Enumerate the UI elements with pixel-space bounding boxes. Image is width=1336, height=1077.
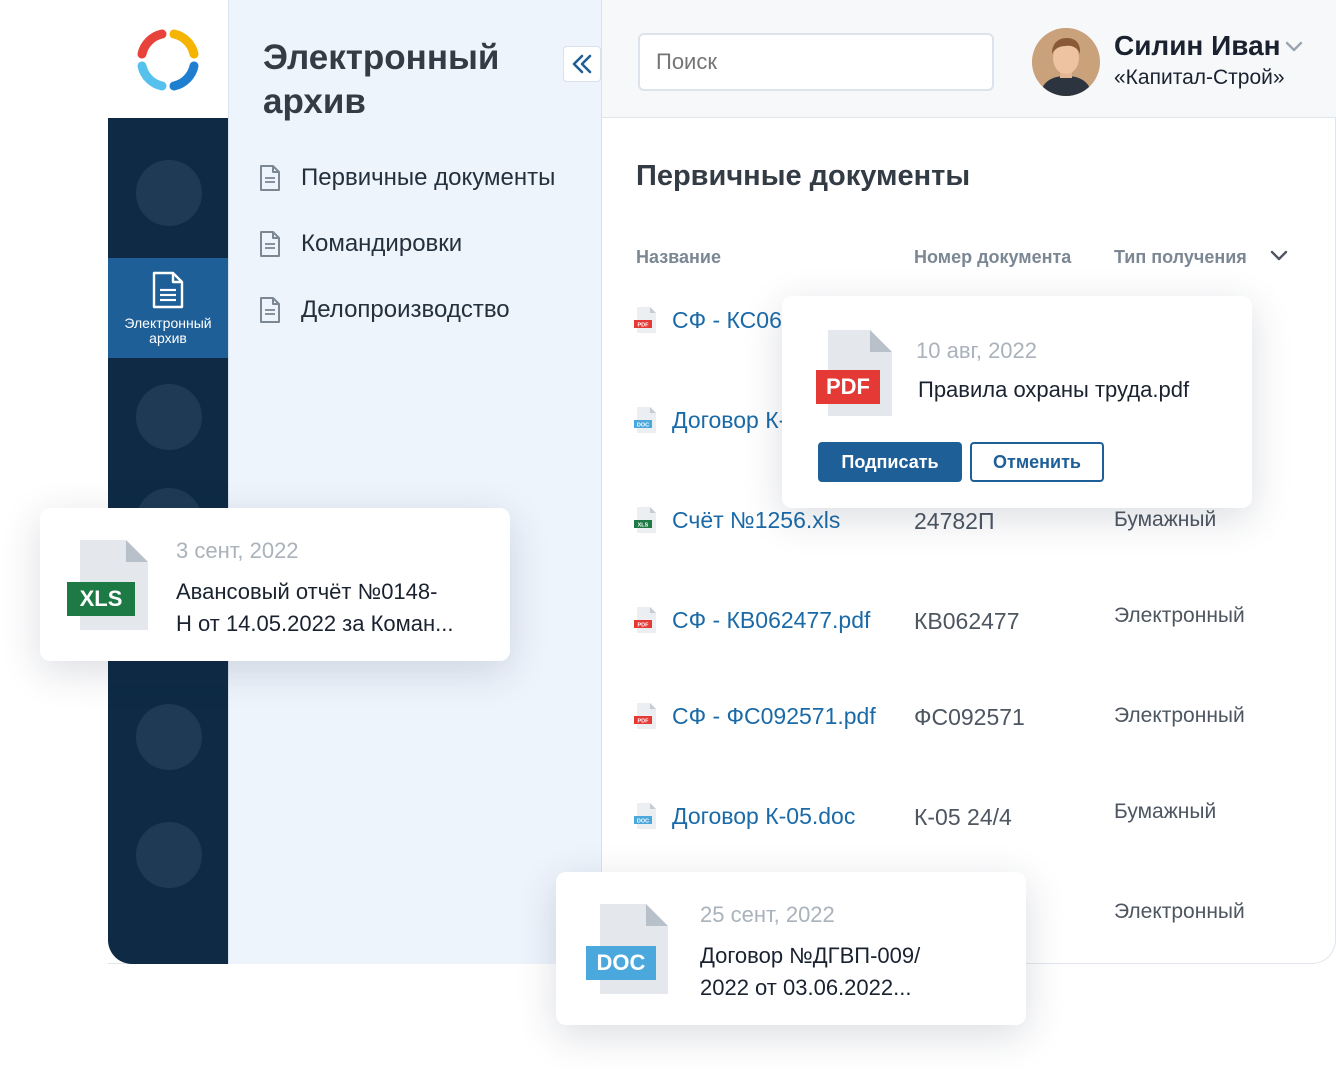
document-icon [152,271,184,309]
rail-item[interactable] [136,384,202,450]
sidebar: Электронный архив Первичные документы Ко… [228,0,602,964]
row-file-name[interactable]: Договор К- [672,407,786,434]
sidebar-item-primary-documents[interactable]: Первичные документы [259,164,555,192]
file-type-badge: XLS [67,582,135,616]
table-row[interactable]: PDF СФ - КВ062477.pdf [634,606,870,634]
column-header-number[interactable]: Номер документа [914,247,1071,268]
row-file-name[interactable]: Счёт №1256.xls [672,507,840,534]
sidebar-item-business-trips[interactable]: Командировки [259,230,462,258]
doc-file-icon: DOC [634,803,656,829]
column-header-type[interactable]: Тип получения [1114,247,1247,268]
table-row[interactable]: PDF СФ - ФС092571.pdf [634,702,876,730]
card-title-line: Договор №ДГВП-009/ [700,943,921,968]
row-file-name[interactable]: СФ - ФС092571.pdf [672,703,876,730]
collapse-sidebar-button[interactable] [563,46,601,82]
logo-icon [137,29,199,91]
rail-item[interactable] [136,704,202,770]
row-number: К-05 24/4 [914,804,1012,830]
sidebar-item-label: Делопроизводство [301,296,510,323]
table-row[interactable]: XLS Счёт №1256.xls [634,506,840,534]
row-number: ФС092571 [914,704,1025,730]
sidebar-item-label: Командировки [301,230,463,257]
card-title-line: Авансовый отчёт №0148- [176,579,438,604]
svg-text:DOC: DOC [637,819,649,825]
sidebar-item-records-management[interactable]: Делопроизводство [259,296,510,324]
svg-text:XLS: XLS [638,523,649,529]
row-type: Электронный [1114,900,1245,923]
sidebar-title: Электронный архив [263,38,500,121]
document-icon [260,231,280,257]
xls-file-icon: XLS [634,507,656,533]
row-number: КВ062477 [914,608,1020,634]
card-date: 3 сент, 2022 [176,538,299,563]
document-icon [260,297,280,323]
card-date: 25 сент, 2022 [700,902,835,927]
row-type: Электронный [1114,704,1245,727]
card-date: 10 авг, 2022 [916,338,1038,363]
card-title-line: Н от 14.05.2022 за Коман... [176,611,454,636]
row-file-name[interactable]: СФ - КС06 [672,307,782,334]
app-window: Электронный архив Электронный архив Перв… [0,0,1336,1077]
cancel-button[interactable]: Отменить [970,442,1104,482]
row-number: 24782П [914,508,995,534]
file-type-badge: DOC [586,946,656,980]
rail-item[interactable] [136,822,202,888]
avatar[interactable] [1032,28,1100,96]
page-title: Первичные документы [636,160,971,192]
table-row[interactable]: PDF СФ - КС06 [634,306,782,334]
sign-document-popup: PDF 10 авг, 2022 Правила охраны труда.pd… [782,296,1252,508]
chevron-down-icon[interactable] [1268,248,1290,264]
svg-text:PDF: PDF [638,719,650,725]
pdf-file-icon: PDF [634,703,656,729]
rail-item-electronic-archive[interactable]: Электронный архив [108,258,228,358]
document-icon [260,165,280,191]
card-title-line: 2022 от 03.06.2022... [700,975,912,1000]
user-company: «Капитал-Строй» [1114,66,1285,89]
pdf-file-icon: PDF [634,607,656,633]
doc-file-icon: DOC [634,407,656,433]
chevron-down-icon[interactable] [1284,40,1304,54]
file-type-badge: PDF [816,370,880,404]
rail-item-label: Электронный архив [124,315,212,346]
sidebar-item-label: Первичные документы [301,164,556,191]
svg-text:DOC: DOC [637,423,649,429]
double-chevron-left-icon [572,54,592,74]
row-type: Бумажный [1114,800,1217,823]
row-type: Бумажный [1114,508,1217,531]
row-file-name[interactable]: СФ - КВ062477.pdf [672,607,870,634]
search-input[interactable] [638,33,994,91]
svg-text:PDF: PDF [638,623,650,629]
column-header-name[interactable]: Название [636,247,721,268]
table-row[interactable]: DOC Договор К-05.doc [634,802,855,830]
svg-text:PDF: PDF [638,323,650,329]
pdf-file-icon: PDF [634,307,656,333]
top-header: Силин Иван «Капитал-Строй» [602,0,1336,118]
recent-file-card[interactable]: DOC 25 сент, 2022 Договор №ДГВП-009/ 202… [556,872,1026,1025]
row-file-name[interactable]: Договор К-05.doc [672,803,855,830]
user-name[interactable]: Силин Иван [1114,30,1281,62]
table-row[interactable]: DOC Договор К- [634,406,786,434]
rail-item[interactable] [136,160,202,226]
sign-button[interactable]: Подписать [818,442,962,482]
row-type: Электронный [1114,604,1245,627]
recent-file-card[interactable]: XLS 3 сент, 2022 Авансовый отчёт №0148- … [40,508,510,661]
card-title: Правила охраны труда.pdf [918,377,1190,402]
